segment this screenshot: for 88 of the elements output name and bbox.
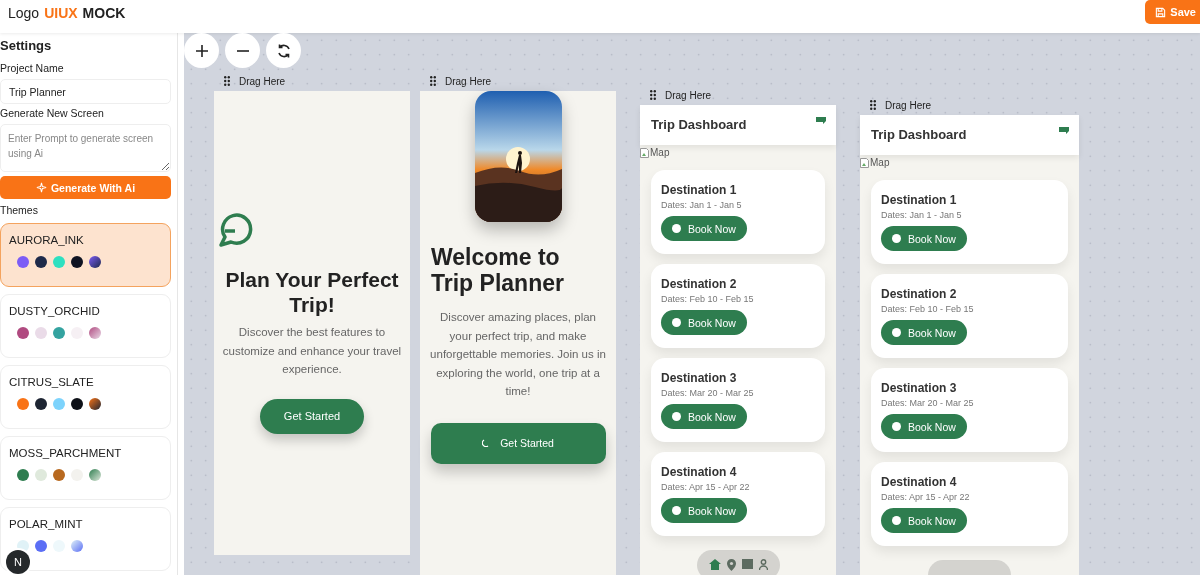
dot-icon bbox=[672, 506, 681, 515]
dot-icon bbox=[892, 516, 901, 525]
chat-icon bbox=[816, 117, 826, 124]
gradient-swatch bbox=[89, 469, 101, 481]
generate-button[interactable]: Generate With Ai bbox=[0, 176, 171, 199]
drag-handle-icon[interactable] bbox=[224, 76, 230, 86]
book-now-button[interactable]: Book Now bbox=[661, 498, 747, 523]
reset-button[interactable] bbox=[266, 33, 301, 68]
user-avatar[interactable]: N bbox=[6, 550, 30, 574]
dot-icon bbox=[892, 422, 901, 431]
destination-dates: Dates: Feb 10 - Feb 15 bbox=[661, 294, 755, 304]
destination-dates: Dates: Feb 10 - Feb 15 bbox=[881, 304, 975, 314]
drag-label: Drag Here bbox=[885, 99, 932, 111]
dot-icon bbox=[672, 412, 681, 421]
loading-icon bbox=[482, 439, 491, 447]
sparkle-icon bbox=[35, 182, 47, 193]
themes-label: Themes bbox=[0, 204, 39, 216]
prompt-field[interactable]: Enter Prompt to generate screen using Ai bbox=[0, 124, 171, 172]
map-alt-text: Map bbox=[870, 157, 890, 168]
destination-name: Destination 3 bbox=[881, 381, 958, 395]
refresh-icon bbox=[275, 42, 292, 59]
destination-name: Destination 3 bbox=[661, 371, 738, 385]
drag-handle-icon[interactable] bbox=[430, 76, 436, 86]
gradient-swatch bbox=[89, 327, 101, 339]
drag-handle-icon[interactable] bbox=[870, 100, 876, 110]
dot-icon bbox=[892, 234, 901, 243]
dashboard-title: Trip Dashboard bbox=[871, 127, 967, 142]
gradient-swatch bbox=[71, 540, 83, 552]
screen-title: Welcome to Trip Planner bbox=[431, 244, 565, 296]
get-started-button[interactable]: Get Started bbox=[260, 398, 364, 434]
gradient-swatch bbox=[89, 398, 101, 410]
screen-title: Plan Your Perfect Trip! bbox=[224, 267, 400, 317]
square-icon[interactable] bbox=[741, 559, 753, 569]
save-icon bbox=[1155, 6, 1167, 18]
destination-name: Destination 2 bbox=[661, 277, 738, 291]
dashboard-title: Trip Dashboard bbox=[651, 117, 747, 132]
destination-dates: Dates: Apr 15 - Apr 22 bbox=[881, 492, 971, 502]
drag-label: Drag Here bbox=[239, 75, 286, 87]
brand-accent: UIUX bbox=[44, 5, 78, 21]
book-now-button[interactable]: Book Now bbox=[881, 508, 967, 533]
destination-name: Destination 1 bbox=[661, 183, 738, 197]
destination-name: Destination 2 bbox=[881, 287, 958, 301]
save-button[interactable]: Save bbox=[1145, 0, 1200, 24]
theme-card[interactable]: CITRUS_SLATE bbox=[0, 365, 171, 429]
plus-icon bbox=[193, 42, 210, 59]
destination-dates: Dates: Mar 20 - Mar 25 bbox=[881, 398, 975, 408]
dot-icon bbox=[672, 318, 681, 327]
drag-label: Drag Here bbox=[445, 75, 492, 87]
book-now-button[interactable]: Book Now bbox=[881, 414, 967, 439]
user-icon[interactable] bbox=[758, 559, 768, 570]
project-name-field[interactable]: Trip Planner bbox=[0, 79, 171, 104]
theme-card[interactable]: MOSS_PARCHMENT bbox=[0, 436, 171, 500]
logo-text: Logo bbox=[8, 5, 40, 21]
minus-icon bbox=[236, 49, 249, 52]
theme-card[interactable]: AURORA_INK bbox=[0, 223, 171, 287]
destination-name: Destination 4 bbox=[661, 465, 738, 479]
theme-card[interactable]: DUSTY_ORCHID bbox=[0, 294, 171, 358]
destination-name: Destination 4 bbox=[881, 475, 958, 489]
zoom-in-button[interactable] bbox=[184, 33, 219, 68]
brand-name: MOCK bbox=[82, 5, 126, 21]
book-now-button[interactable]: Book Now bbox=[661, 310, 747, 335]
get-started-button[interactable]: Get Started bbox=[430, 422, 606, 464]
destination-name: Destination 1 bbox=[881, 193, 958, 207]
map-alt-text: Map bbox=[650, 147, 670, 158]
chat-icon bbox=[217, 211, 253, 247]
field-label: Generate New Screen bbox=[0, 107, 105, 119]
destination-dates: Dates: Jan 1 - Jan 5 bbox=[881, 210, 963, 220]
screen-description: Discover the best features to customize and enhance your travel experience. bbox=[221, 325, 403, 377]
book-now-button[interactable]: Book Now bbox=[661, 216, 747, 241]
destination-dates: Dates: Jan 1 - Jan 5 bbox=[661, 200, 743, 210]
book-now-button[interactable]: Book Now bbox=[661, 404, 747, 429]
settings-title: Settings bbox=[0, 38, 53, 53]
broken-image-icon bbox=[640, 147, 649, 158]
destination-dates: Dates: Mar 20 - Mar 25 bbox=[661, 388, 755, 398]
gradient-swatch bbox=[89, 256, 101, 268]
book-now-button[interactable]: Book Now bbox=[881, 226, 967, 251]
home-icon[interactable] bbox=[708, 559, 721, 570]
drag-handle-icon[interactable] bbox=[650, 90, 656, 100]
destination-dates: Dates: Apr 15 - Apr 22 bbox=[661, 482, 751, 492]
location-pin-icon[interactable] bbox=[726, 559, 736, 571]
chat-icon bbox=[1059, 127, 1069, 134]
screen-description: Discover amazing places, plan your perfect trip, and make unforgettable memories. Join us in exploring the world, one trip at a time! bbox=[429, 310, 607, 399]
dot-icon bbox=[672, 224, 681, 233]
book-now-button[interactable]: Book Now bbox=[881, 320, 967, 345]
dot-icon bbox=[892, 328, 901, 337]
drag-label: Drag Here bbox=[665, 89, 712, 101]
broken-image-icon bbox=[860, 157, 869, 168]
field-label: Project Name bbox=[0, 62, 65, 74]
